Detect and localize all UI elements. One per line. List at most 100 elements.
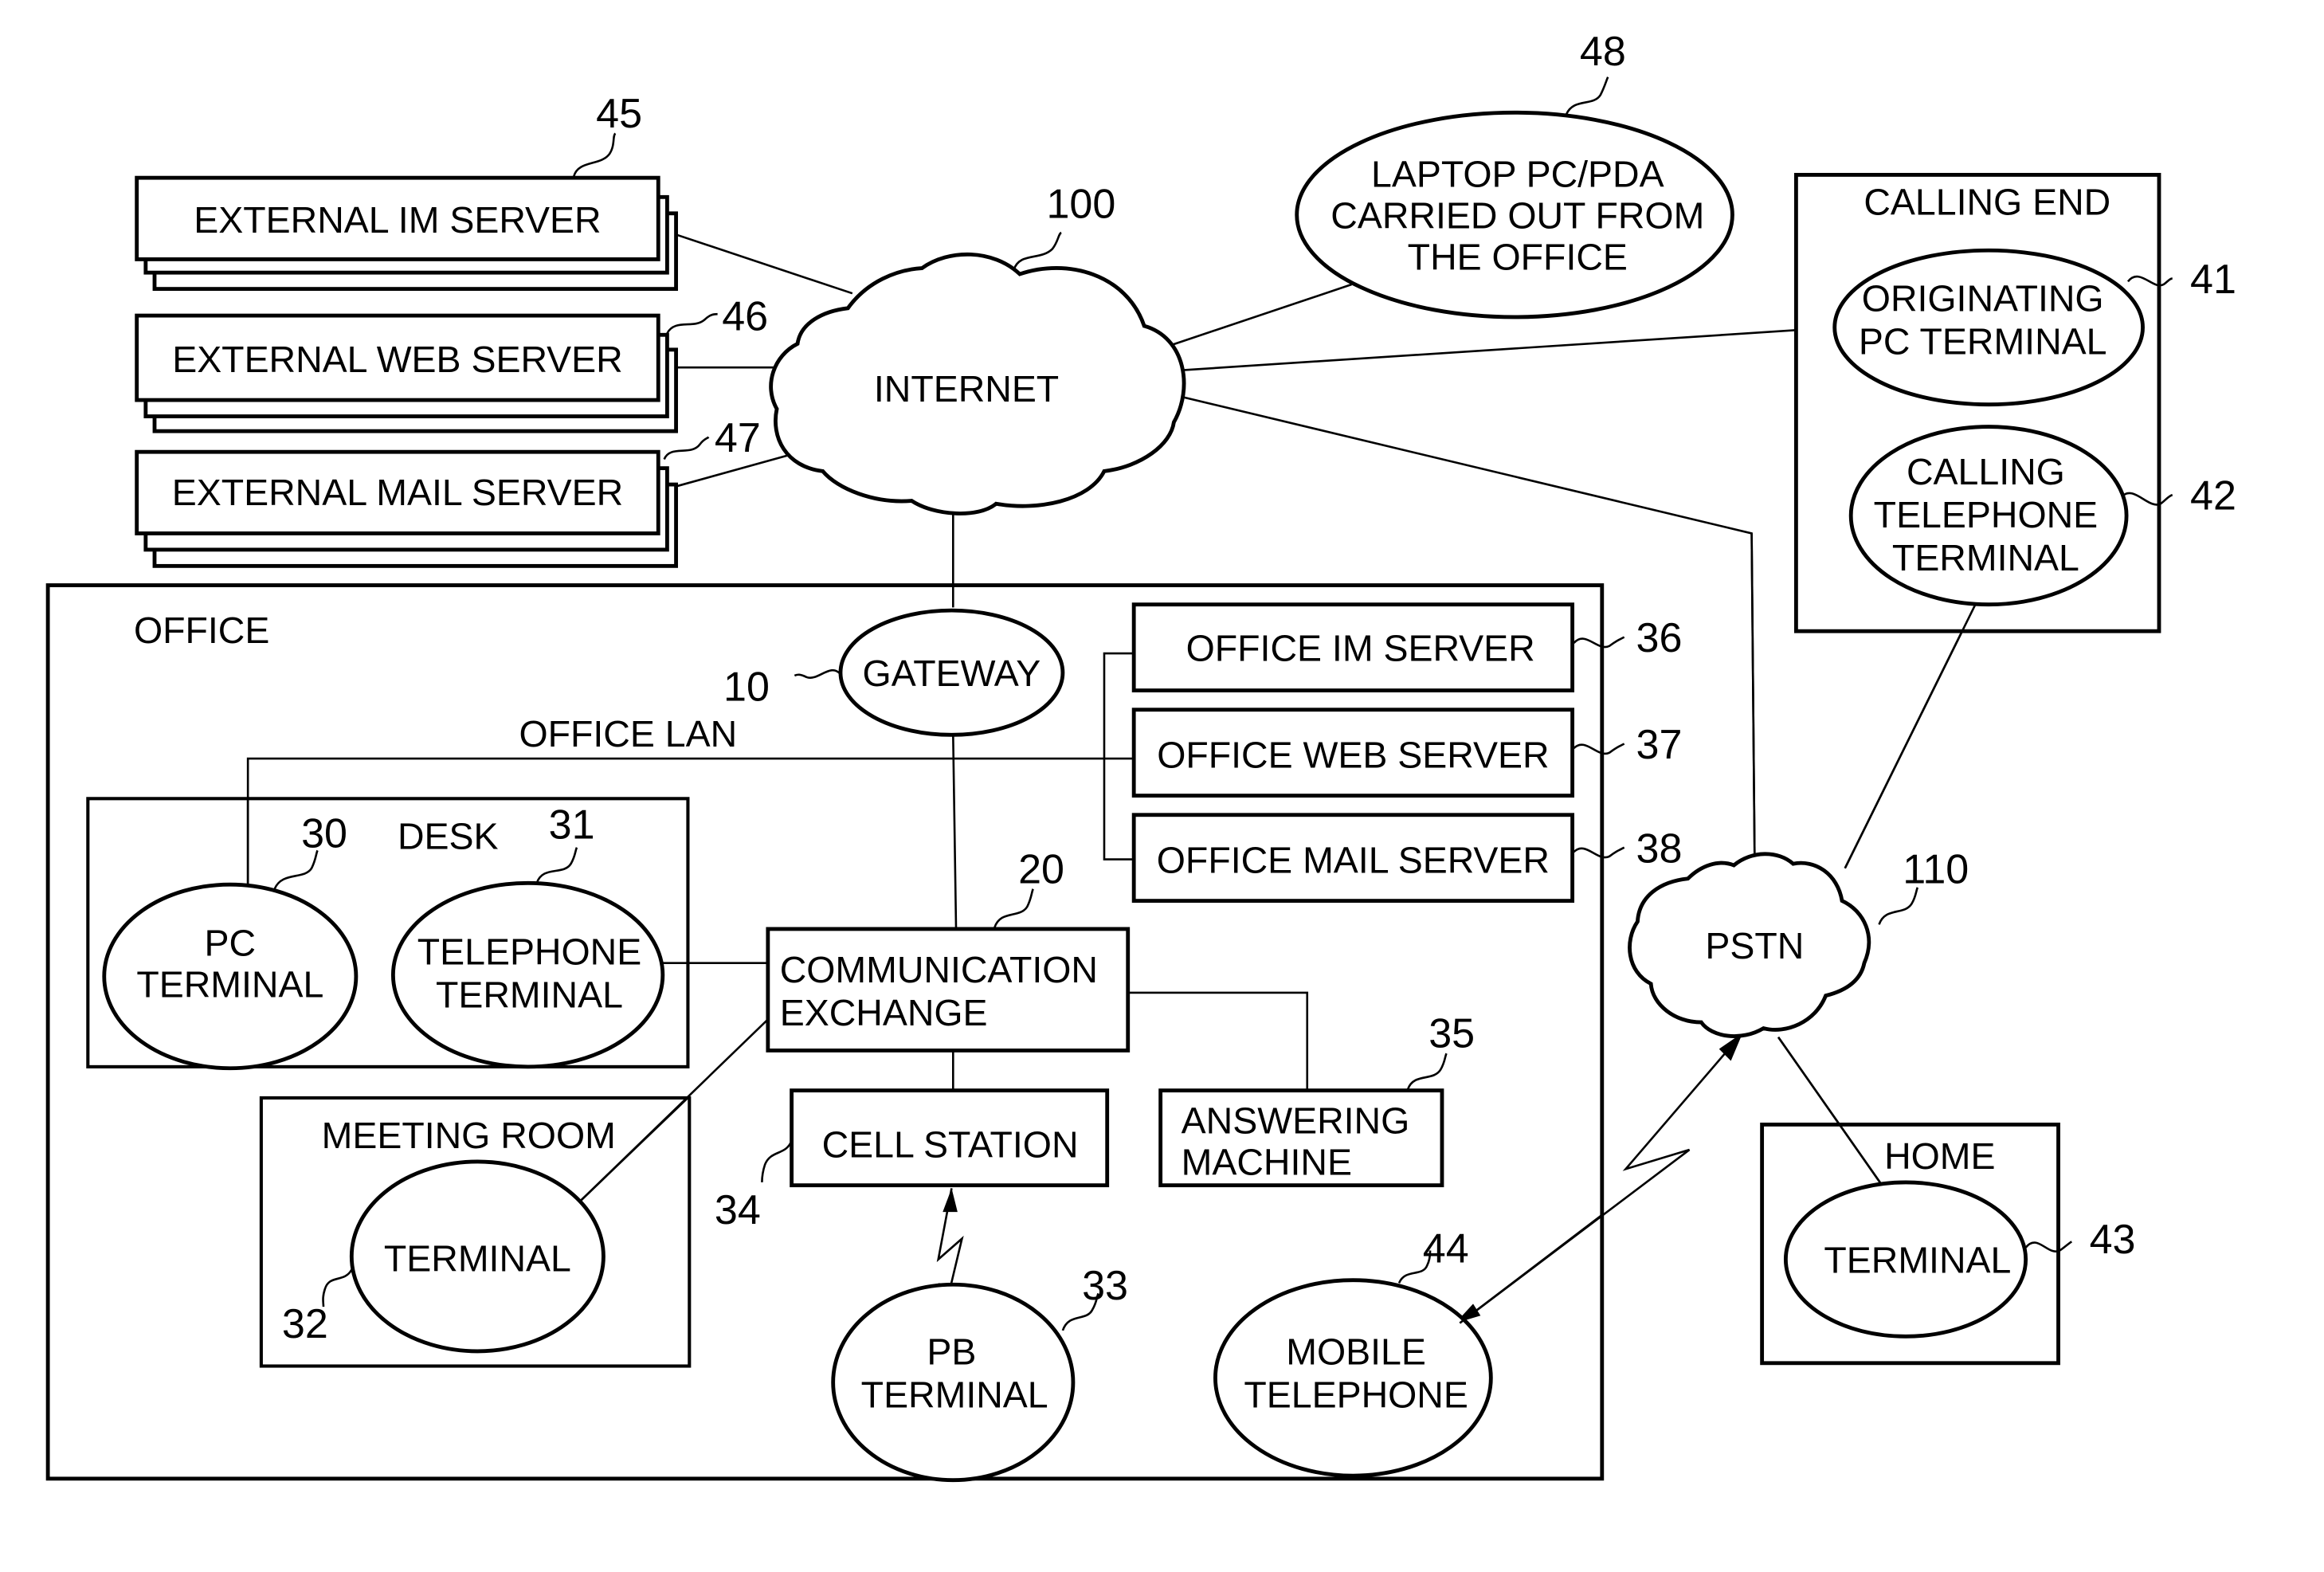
ref-110: 110 [1903,846,1969,892]
ref-lead-31 [535,847,578,884]
ref-36: 36 [1636,615,1683,661]
desk-title: DESK [398,816,499,857]
ref-35: 35 [1428,1011,1475,1057]
communication-exchange[interactable]: COMMUNICATION EXCHANGE 20 [766,846,1131,1053]
laptop-label-line-1: LAPTOP PC/PDA [1371,153,1664,194]
internet-cloud[interactable]: INTERNET 100 [769,181,1186,516]
link-origpc-internet [1178,326,1838,372]
ref-44: 44 [1423,1225,1469,1272]
office-mail-server[interactable]: OFFICE MAIL SERVER 38 [1131,813,1683,904]
pb-terminal[interactable]: PB TERMINAL 33 [831,1263,1128,1483]
link-laptop-internet [1152,283,1352,352]
home-terminal-label: TERMINAL [1824,1239,2011,1280]
ref-lead-10 [794,668,841,679]
laptop-label-line-3: THE OFFICE [1408,236,1628,277]
home-title: HOME [1884,1135,1995,1177]
calling-end-title: CALLING END [1864,182,2110,223]
telephone-terminal-label-line-1: TELEPHONE [417,931,641,973]
ref-lead-35 [1406,1053,1448,1090]
meeting-room-group: MEETING ROOM TERMINAL 32 [259,1096,692,1368]
external-web-server[interactable]: EXTERNAL WEB SERVER 46 [135,294,768,433]
external-mail-server-label: EXTERNAL MAIL SERVER [172,472,623,513]
calling-telephone-label-line-3: TERMINAL [1892,537,2079,578]
office-web-server[interactable]: OFFICE WEB SERVER 37 [1131,708,1683,798]
pc-terminal[interactable]: PC TERMINAL 30 [102,811,359,1071]
cell-station[interactable]: CELL STATION 34 [715,1088,1110,1233]
pb-terminal-label-line-2: TERMINAL [861,1374,1048,1416]
ref-48: 48 [1580,29,1626,75]
ref-lead-47 [663,436,710,461]
pstn-cloud[interactable]: 110 PSTN 110 [1628,846,1969,1038]
office-mail-server-label: OFFICE MAIL SERVER [1157,839,1550,880]
ref-46: 46 [722,294,768,340]
laptop-pda[interactable]: LAPTOP PC/PDA CARRIED OUT FROM THE OFFIC… [1295,29,1734,319]
office-server-bus [1103,652,1135,860]
ref-lead-36 [1573,636,1625,649]
meeting-room-terminal-label: TERMINAL [384,1238,571,1280]
exchange-label-line-2: EXCHANGE [780,992,988,1033]
link-pstn-home-terminal-overlay [1777,1036,1883,1186]
external-mail-server[interactable]: EXTERNAL MAIL SERVER 47 [135,415,761,568]
pb-terminal-label-line-1: PB [927,1331,976,1373]
ref-45: 45 [596,91,642,137]
link-ext-im-internet [674,233,853,295]
internet-label: INTERNET [874,368,1059,410]
office-im-server-label: OFFICE IM SERVER [1186,627,1535,668]
ref-lead-110 [1878,887,1919,925]
link-calltel-pstn-overlay [1844,604,1977,869]
external-im-server-label: EXTERNAL IM SERVER [194,199,601,241]
ref-lead-46 [666,312,718,335]
desk-group: DESK PC TERMINAL 30 TELEPHONE TERMINAL 3… [86,797,690,1071]
ref-lead-48 [1565,76,1609,115]
office-title: OFFICE [134,610,269,651]
home-group: HOME TERMINAL 43 [1760,1122,2136,1366]
answering-machine-label-line-1: ANSWERING [1182,1100,1410,1142]
ref-lead-43 [2024,1241,2072,1253]
link-internet-pstn-overlay [1750,533,1756,857]
pstn-label: PSTN [1705,925,1804,966]
ref-10: 10 [723,664,770,711]
office-group: OFFICE OFFICE LAN GATEWAY 10 OFFICE IM S… [45,583,1683,1483]
ref-33: 33 [1082,1263,1128,1309]
ref-30: 30 [301,811,347,857]
ref-47: 47 [715,415,761,461]
cell-station-label: CELL STATION [822,1123,1079,1165]
home-terminal[interactable]: TERMINAL 43 [1783,1180,2136,1339]
pc-terminal-label-line-1: PC [205,922,257,963]
ref-100: 100 [1046,181,1115,227]
ref-31: 31 [549,802,595,849]
meeting-room-terminal[interactable]: TERMINAL 32 [282,1159,605,1354]
ref-20: 20 [1018,846,1064,892]
originating-pc-label-line-1: ORIGINATING [1862,278,2104,319]
ref-lead-100 [1013,231,1062,270]
originating-pc-label-line-2: PC TERMINAL [1859,320,2107,362]
mobile-telephone-label-line-1: MOBILE [1286,1331,1426,1373]
ref-32: 32 [282,1301,328,1347]
ref-38: 38 [1636,825,1683,872]
answering-machine[interactable]: ANSWERING MACHINE 35 [1158,1011,1475,1188]
office-im-server[interactable]: OFFICE IM SERVER 36 [1131,602,1683,692]
meeting-room-title: MEETING ROOM [322,1115,616,1156]
gateway-label: GATEWAY [863,653,1041,694]
ref-41: 41 [2190,257,2236,303]
ref-lead-20 [993,888,1034,928]
ref-lead-34 [761,1140,793,1182]
calling-end-group: CALLING END ORIGINATING PC TERMINAL 41 C… [1793,173,2236,633]
calling-telephone-label-line-2: TELEPHONE [1874,494,2098,535]
gateway[interactable]: GATEWAY 10 [723,608,1065,737]
originating-pc-terminal[interactable]: ORIGINATING PC TERMINAL 41 [1832,248,2236,407]
external-im-server[interactable]: EXTERNAL IM SERVER 45 [135,91,678,292]
network-diagram: EXTERNAL IM SERVER 45 EXTERNAL WEB SERVE… [45,29,2236,1483]
ref-lead-37 [1573,743,1625,755]
telephone-terminal-label-line-2: TERMINAL [436,974,623,1016]
ref-37: 37 [1636,722,1683,768]
mobile-telephone[interactable]: MOBILE TELEPHONE 44 [1213,1225,1493,1478]
wireless-link-pstn-mobile-overlay [1459,1213,1603,1324]
office-web-server-label: OFFICE WEB SERVER [1157,734,1549,775]
ref-43: 43 [2090,1217,2136,1263]
link-exchange-answering [1129,991,1309,1091]
ref-lead-45 [572,132,617,177]
mobile-telephone-label-line-2: TELEPHONE [1244,1374,1468,1416]
calling-telephone-terminal[interactable]: CALLING TELEPHONE TERMINAL 42 [1848,425,2236,607]
office-lan-label: OFFICE LAN [519,713,737,755]
